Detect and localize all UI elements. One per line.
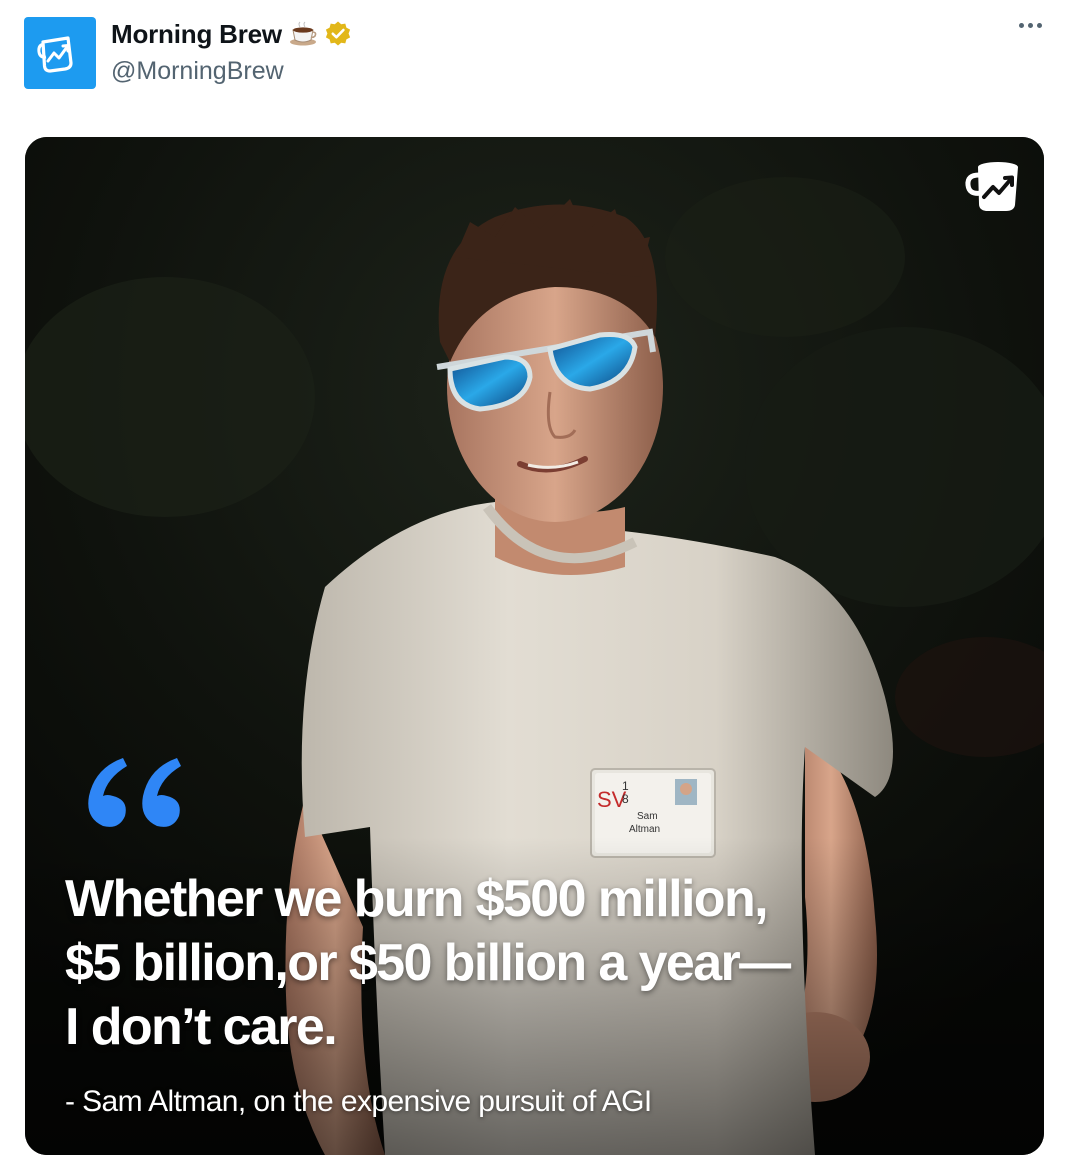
tweet-media[interactable]: SV 1 8 Sam Altman Whether we burn $500 m… [25,137,1044,1155]
quote-text: Whether we burn $500 million, $5 billion… [65,867,865,1059]
quote-line: Whether we burn $500 million, [65,870,769,928]
quote-line: $5 billion,or $50 billion a year— [65,934,791,992]
coffee-cup-icon [289,21,317,46]
coffee-mug-chart-icon [965,162,1018,211]
coffee-mug-chart-icon [37,36,73,73]
handle[interactable]: @MorningBrew [111,57,352,86]
more-dot [1028,23,1033,28]
verified-gold-icon[interactable] [324,20,352,48]
account-names: Morning Brew @MorningBrew [111,19,352,86]
quotation-mark-icon [88,758,181,827]
quote-line: I don’t care. [65,998,338,1056]
badge-number-bottom: 8 [622,792,629,806]
more-dot [1019,23,1024,28]
tweet-header: Morning Brew @MorningBrew [24,17,1050,93]
badge-last-name: Altman [629,824,660,835]
name-row: Morning Brew [111,19,352,49]
avatar[interactable] [24,17,96,89]
display-name[interactable]: Morning Brew [111,19,282,50]
badge-number-top: 1 [622,779,629,793]
quote-attribution: - Sam Altman, on the expensive pursuit o… [65,1085,652,1118]
more-dot [1037,23,1042,28]
badge-first-name: Sam [637,811,658,822]
more-options-icon[interactable] [1019,23,1042,28]
